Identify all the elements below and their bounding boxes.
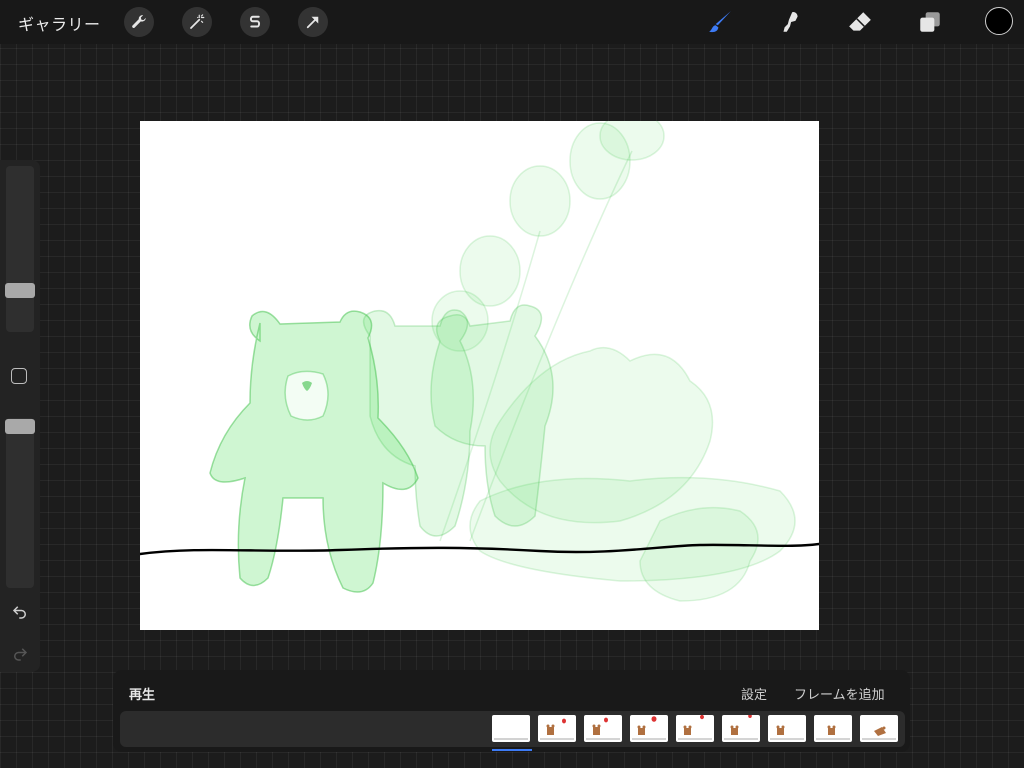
frame-thumbnail[interactable] bbox=[630, 715, 668, 742]
frame-thumbnail[interactable] bbox=[860, 715, 898, 742]
frame-thumbnail[interactable] bbox=[676, 715, 714, 742]
frame-thumbnail[interactable] bbox=[584, 715, 622, 742]
magic-wand-icon[interactable] bbox=[182, 7, 212, 37]
frame-thumbnail[interactable] bbox=[538, 715, 576, 742]
opacity-thumb[interactable] bbox=[5, 419, 35, 434]
eraser-icon[interactable] bbox=[845, 7, 875, 37]
drawing-canvas[interactable] bbox=[140, 121, 819, 630]
selection-icon[interactable] bbox=[240, 7, 270, 37]
animation-panel: 再生 設定 フレームを追加 bbox=[113, 670, 910, 752]
add-frame-button[interactable]: フレームを追加 bbox=[794, 684, 885, 703]
frame-thumbnail[interactable] bbox=[768, 715, 806, 742]
frame-thumbnail[interactable] bbox=[722, 715, 760, 742]
wrench-icon[interactable] bbox=[124, 7, 154, 37]
frame-thumbnail[interactable] bbox=[814, 715, 852, 742]
transform-arrow-icon[interactable] bbox=[298, 7, 328, 37]
undo-icon[interactable] bbox=[8, 600, 32, 624]
play-button[interactable]: 再生 bbox=[129, 684, 155, 703]
layers-icon[interactable] bbox=[915, 7, 945, 37]
sidebar bbox=[0, 160, 40, 672]
redo-icon[interactable] bbox=[8, 642, 32, 666]
opacity-slider[interactable] bbox=[6, 418, 34, 588]
frame-thumbnail[interactable] bbox=[492, 715, 530, 742]
brush-size-thumb[interactable] bbox=[5, 283, 35, 298]
brush-size-slider[interactable] bbox=[6, 166, 34, 332]
top-toolbar: ギャラリー bbox=[0, 0, 1024, 44]
onion-skin-drawing bbox=[140, 121, 819, 602]
brush-icon[interactable] bbox=[705, 7, 735, 37]
modify-button[interactable] bbox=[11, 368, 27, 384]
smudge-icon[interactable] bbox=[775, 7, 805, 37]
settings-button[interactable]: 設定 bbox=[741, 684, 767, 703]
selected-frame-indicator bbox=[492, 749, 532, 751]
gallery-button[interactable]: ギャラリー bbox=[18, 11, 101, 35]
color-swatch[interactable] bbox=[985, 7, 1013, 35]
